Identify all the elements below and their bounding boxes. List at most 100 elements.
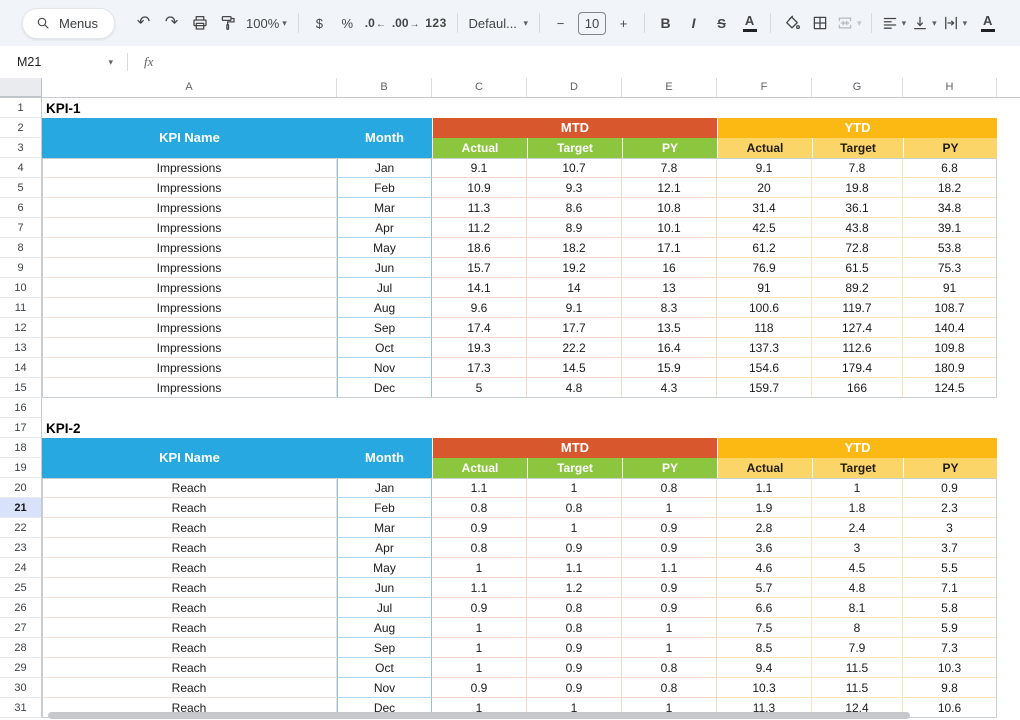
cell[interactable]: Impressions — [42, 318, 337, 338]
cell[interactable]: 0.8 — [527, 498, 622, 518]
column-header-D[interactable]: D — [527, 78, 622, 97]
cell[interactable]: Dec — [337, 378, 432, 398]
cell[interactable]: 166 — [812, 378, 903, 398]
cell[interactable]: 1 — [622, 618, 717, 638]
cell[interactable]: 1.1 — [717, 478, 812, 498]
cell[interactable]: 1 — [527, 518, 622, 538]
cell[interactable]: 31.4 — [717, 198, 812, 218]
sub-header-actual[interactable]: Actual — [717, 138, 812, 158]
cell[interactable]: 0.9 — [527, 658, 622, 678]
row-header-4[interactable]: 4 — [0, 158, 42, 178]
cell[interactable]: 22.2 — [527, 338, 622, 358]
row-header-15[interactable]: 15 — [0, 378, 42, 398]
cell[interactable]: 11.5 — [812, 678, 903, 698]
mtd-group-header[interactable]: MTD — [432, 438, 717, 458]
cell[interactable]: 1.1 — [432, 578, 527, 598]
cell[interactable]: 154.6 — [717, 358, 812, 378]
cell[interactable]: 7.9 — [812, 638, 903, 658]
cell[interactable]: Jan — [337, 158, 432, 178]
cell[interactable]: 9.4 — [717, 658, 812, 678]
row-header-26[interactable]: 26 — [0, 598, 42, 618]
cell[interactable]: 43.8 — [812, 218, 903, 238]
paint-format-button[interactable] — [214, 9, 241, 37]
cell[interactable]: 15.9 — [622, 358, 717, 378]
row-header-5[interactable]: 5 — [0, 178, 42, 198]
cell[interactable]: 53.8 — [903, 238, 997, 258]
cell[interactable]: Impressions — [42, 158, 337, 178]
cell[interactable]: 7.8 — [812, 158, 903, 178]
cell[interactable]: 1 — [432, 618, 527, 638]
cell[interactable]: 119.7 — [812, 298, 903, 318]
decrease-font-size-button[interactable]: − — [547, 9, 574, 37]
cell[interactable]: Sep — [337, 638, 432, 658]
cell[interactable]: 19.3 — [432, 338, 527, 358]
cell[interactable]: 179.4 — [812, 358, 903, 378]
cell[interactable]: Apr — [337, 218, 432, 238]
cell[interactable]: 5.7 — [717, 578, 812, 598]
cell[interactable]: 7.8 — [622, 158, 717, 178]
zoom-control[interactable]: 100% ▾ — [242, 16, 291, 31]
cell[interactable]: May — [337, 558, 432, 578]
cell[interactable]: 14.1 — [432, 278, 527, 298]
sub-header-py[interactable]: PY — [622, 138, 717, 158]
cell[interactable]: May — [337, 238, 432, 258]
cell[interactable]: Oct — [337, 338, 432, 358]
cell[interactable]: 0.9 — [622, 518, 717, 538]
cell[interactable]: Reach — [42, 658, 337, 678]
row-header-30[interactable]: 30 — [0, 678, 42, 698]
cell[interactable]: 8.6 — [527, 198, 622, 218]
cell[interactable]: 61.2 — [717, 238, 812, 258]
font-size-input[interactable]: 10 — [578, 12, 606, 35]
cell[interactable]: 18.6 — [432, 238, 527, 258]
cell[interactable]: 4.8 — [812, 578, 903, 598]
cell[interactable]: 0.9 — [527, 538, 622, 558]
sub-header-target[interactable]: Target — [527, 458, 622, 478]
cell[interactable]: 9.1 — [717, 158, 812, 178]
cell[interactable]: Reach — [42, 538, 337, 558]
decrease-decimal-button[interactable]: .0← — [362, 9, 389, 37]
sub-header-py[interactable]: PY — [903, 458, 997, 478]
cell[interactable]: 0.8 — [527, 618, 622, 638]
cell[interactable]: 3.6 — [717, 538, 812, 558]
cell[interactable]: 159.7 — [717, 378, 812, 398]
cell[interactable]: 15.7 — [432, 258, 527, 278]
cell[interactable]: 1 — [432, 658, 527, 678]
cell[interactable]: 8.5 — [717, 638, 812, 658]
cell[interactable]: 11.3 — [432, 198, 527, 218]
cell[interactable]: 16.4 — [622, 338, 717, 358]
cell[interactable]: 4.3 — [622, 378, 717, 398]
cell[interactable]: 1.1 — [432, 478, 527, 498]
cell[interactable]: 34.8 — [903, 198, 997, 218]
cell[interactable]: 10.3 — [717, 678, 812, 698]
cell[interactable]: 1.8 — [812, 498, 903, 518]
cell[interactable]: 19.2 — [527, 258, 622, 278]
increase-decimal-button[interactable]: .00→ — [390, 9, 422, 37]
cell[interactable]: 10.9 — [432, 178, 527, 198]
text-wrap-button[interactable]: ▾ — [940, 9, 970, 37]
cell[interactable]: Mar — [337, 518, 432, 538]
cell[interactable]: 1 — [622, 498, 717, 518]
cell[interactable]: 6.8 — [903, 158, 997, 178]
cell[interactable]: 2.8 — [717, 518, 812, 538]
row-header-9[interactable]: 9 — [0, 258, 42, 278]
cell[interactable]: 9.6 — [432, 298, 527, 318]
cell[interactable]: Reach — [42, 558, 337, 578]
row-header-20[interactable]: 20 — [0, 478, 42, 498]
cell[interactable]: 13 — [622, 278, 717, 298]
cell[interactable]: 0.9 — [622, 578, 717, 598]
cell[interactable]: 72.8 — [812, 238, 903, 258]
cell[interactable]: 3 — [903, 518, 997, 538]
cell[interactable]: 91 — [717, 278, 812, 298]
kpi-title-cell[interactable]: KPI-1 — [42, 98, 337, 118]
cell[interactable]: 2.4 — [812, 518, 903, 538]
undo-button[interactable]: ↶ — [130, 9, 157, 37]
cell[interactable]: Jul — [337, 598, 432, 618]
column-header-B[interactable]: B — [337, 78, 432, 97]
cell[interactable]: 18.2 — [527, 238, 622, 258]
cell[interactable]: 118 — [717, 318, 812, 338]
cell[interactable]: 7.5 — [717, 618, 812, 638]
row-header-21[interactable]: 21 — [0, 498, 42, 518]
cell[interactable]: 17.7 — [527, 318, 622, 338]
cell[interactable]: Impressions — [42, 378, 337, 398]
cell[interactable]: 75.3 — [903, 258, 997, 278]
